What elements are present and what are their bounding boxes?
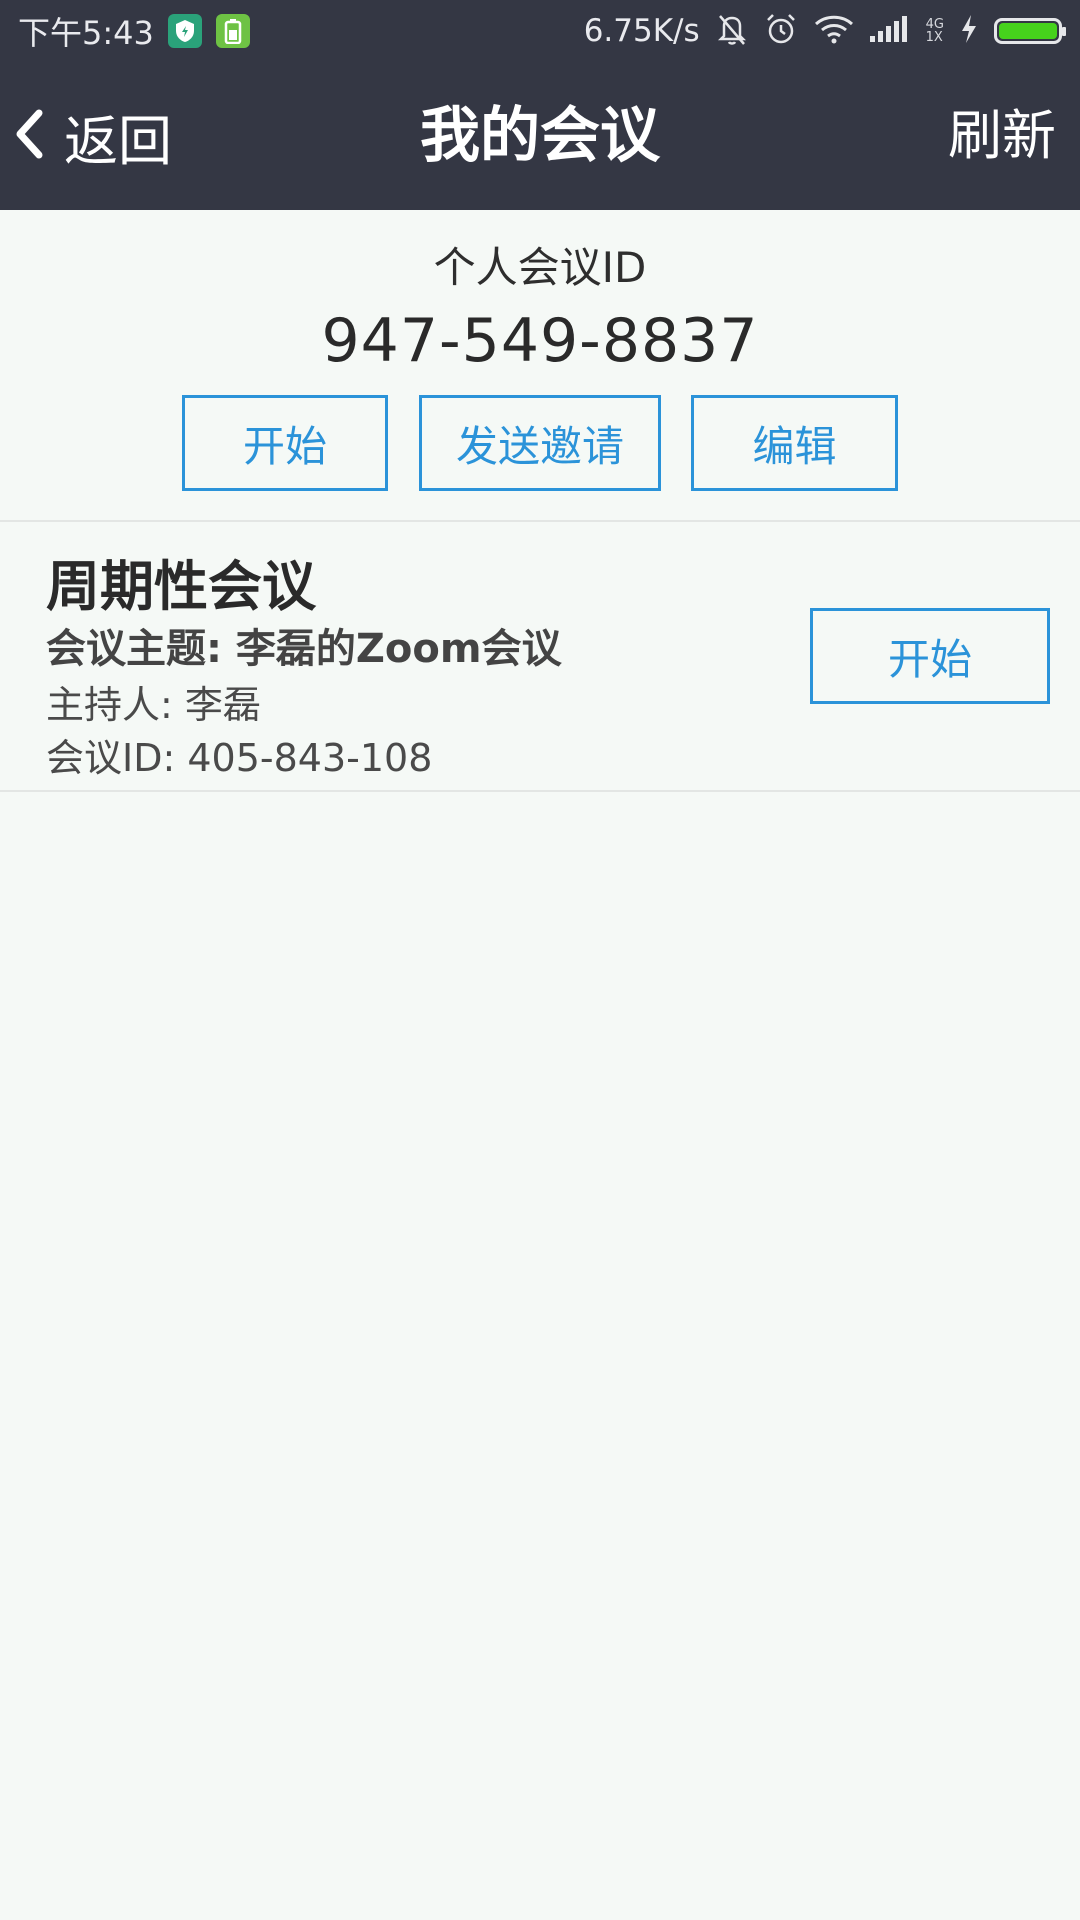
battery-level <box>999 23 1057 39</box>
recurring-meeting-heading: 周期性会议 <box>46 555 316 618</box>
back-button[interactable]: 返回 <box>14 62 172 210</box>
status-bar-right: 6.75K/s 4G 1X <box>583 12 1066 50</box>
start-personal-meeting-button[interactable]: 开始 <box>182 395 388 491</box>
title-bar: 返回 我的会议 刷新 <box>0 62 1080 210</box>
alarm-icon <box>764 12 798 50</box>
personal-meeting-section: 个人会议ID 947-549-8837 开始 发送邀请 编辑 <box>0 210 1080 522</box>
wifi-icon <box>814 14 854 48</box>
meeting-id: 会议ID: 405-843-108 <box>46 736 433 780</box>
start-recurring-meeting-button[interactable]: 开始 <box>810 608 1050 704</box>
personal-meeting-id-label: 个人会议ID <box>433 243 647 292</box>
network-type-bottom: 1X <box>925 30 943 45</box>
status-time: 下午5:43 <box>18 14 154 52</box>
mute-bell-icon <box>716 12 748 50</box>
refresh-button[interactable]: 刷新 <box>948 62 1056 210</box>
edit-button[interactable]: 编辑 <box>691 395 898 491</box>
shield-app-icon <box>167 14 202 48</box>
network-type-label: 4G 1X <box>926 18 944 44</box>
network-speed: 6.75K/s <box>583 13 700 49</box>
meeting-host: 主持人: 李磊 <box>46 683 261 727</box>
back-label: 返回 <box>64 109 172 173</box>
status-bar: 下午5:43 6.75K/s 4G 1X <box>0 0 1080 62</box>
battery-app-icon <box>215 14 250 48</box>
chevron-left-icon <box>14 109 44 163</box>
meeting-topic: 会议主题: 李磊的Zoom会议 <box>46 626 562 672</box>
signal-icon <box>869 16 910 46</box>
charging-icon <box>960 14 978 48</box>
battery-icon <box>994 18 1066 44</box>
personal-meeting-id: 947-549-8837 <box>321 306 759 376</box>
recurring-meeting-row[interactable]: 周期性会议 会议主题: 李磊的Zoom会议 主持人: 李磊 会议ID: 405-… <box>0 522 1080 792</box>
send-invite-button[interactable]: 发送邀请 <box>419 395 661 491</box>
status-bar-left: 下午5:43 <box>18 8 250 54</box>
